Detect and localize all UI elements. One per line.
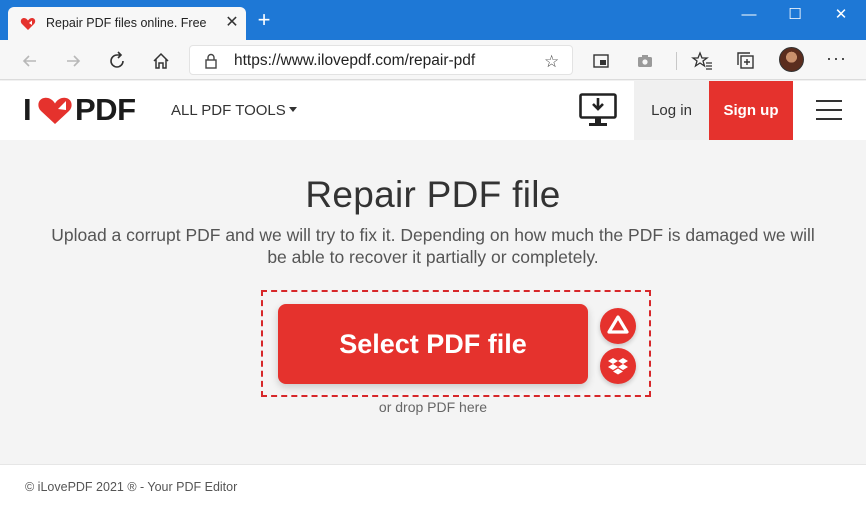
signup-button[interactable]: Sign up	[709, 81, 793, 140]
dropbox-icon	[608, 358, 628, 375]
page-description: Upload a corrupt PDF and we will try to …	[51, 225, 815, 267]
all-pdf-tools-menu[interactable]: ALL PDF TOOLS	[171, 102, 297, 119]
minimize-button[interactable]: —	[726, 0, 772, 32]
logo-i: I	[23, 92, 32, 127]
profile-avatar[interactable]	[779, 47, 804, 72]
pip-icon[interactable]	[588, 48, 614, 74]
select-pdf-file-button[interactable]: Select PDF file	[278, 304, 588, 384]
dropbox-button[interactable]	[600, 348, 636, 384]
page-title: Repair PDF file	[305, 174, 561, 215]
collections-icon[interactable]	[733, 48, 759, 74]
hamburger-icon[interactable]	[816, 100, 842, 122]
logo-pdf: PDF	[75, 92, 136, 127]
lock-icon[interactable]	[204, 53, 218, 69]
url-text[interactable]: https://www.ilovepdf.com/repair-pdf	[234, 52, 475, 70]
caret-down-icon	[288, 107, 297, 112]
tab-close-icon[interactable]: ✕	[222, 13, 242, 33]
more-menu-icon[interactable]: ···	[826, 48, 847, 69]
drop-hint: or drop PDF here	[378, 399, 488, 415]
google-drive-button[interactable]	[600, 308, 636, 344]
home-icon[interactable]	[148, 48, 174, 74]
logo-heart-icon	[38, 97, 72, 124]
desktop-download-icon[interactable]	[579, 93, 617, 127]
close-window-button[interactable]: ✕	[818, 0, 864, 32]
back-icon[interactable]	[17, 48, 43, 74]
browser-toolbar: https://www.ilovepdf.com/repair-pdf ☆ ··…	[0, 40, 866, 80]
footer-copyright: © iLovePDF 2021 ® - Your PDF Editor	[25, 480, 238, 494]
camera-icon[interactable]	[632, 48, 658, 74]
new-tab-button[interactable]: +	[253, 9, 275, 32]
google-drive-icon	[607, 315, 629, 334]
footer: © iLovePDF 2021 ® - Your PDF Editor	[0, 464, 866, 507]
main-content: Repair PDF file Upload a corrupt PDF and…	[0, 140, 866, 464]
toolbar-separator	[676, 52, 677, 70]
browser-tab[interactable]: Repair PDF files online. Free tool ✕	[8, 7, 246, 40]
star-icon[interactable]: ☆	[544, 52, 559, 72]
login-button[interactable]: Log in	[634, 81, 709, 140]
tab-title: Repair PDF files online. Free tool	[46, 16, 206, 30]
address-bar[interactable]: https://www.ilovepdf.com/repair-pdf ☆	[189, 45, 573, 75]
favorites-icon[interactable]	[690, 48, 716, 74]
maximize-button[interactable]: ☐	[772, 0, 818, 32]
browser-tabstrip: Repair PDF files online. Free tool ✕ + —…	[0, 0, 866, 40]
all-pdf-tools-label: ALL PDF TOOLS	[171, 102, 286, 119]
site-header: I PDF ALL PDF TOOLS Log in Sign up	[0, 81, 866, 140]
heart-favicon-icon	[20, 17, 36, 30]
forward-icon[interactable]	[60, 48, 86, 74]
refresh-icon[interactable]	[104, 48, 130, 74]
